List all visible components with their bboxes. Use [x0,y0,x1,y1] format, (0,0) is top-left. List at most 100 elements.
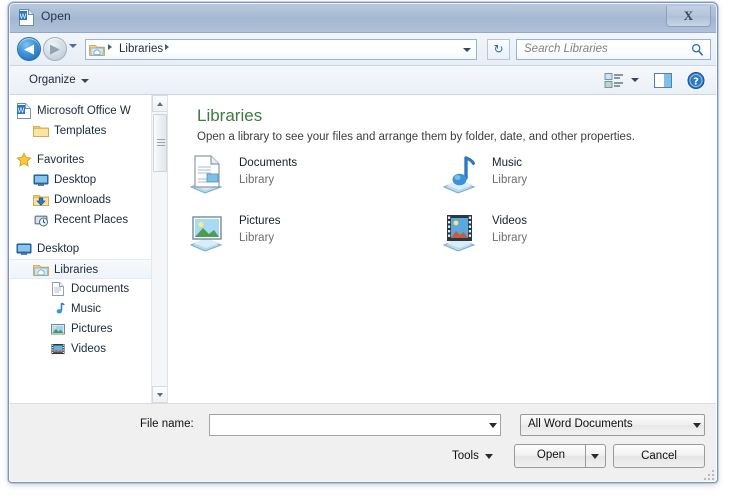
navigation-tree: W Microsoft Office W Templates Favorites… [9,95,154,359]
word-document-icon: W [19,9,34,26]
documents-library-icon [189,155,223,194]
sidebar-item-music[interactable]: Music [9,299,154,319]
organize-button[interactable]: Organize [25,71,94,90]
refresh-icon: ↻ [493,42,504,56]
word-document-icon: W [17,103,31,119]
address-bar-row: ◀ ▶ Libraries ↻ Search Libraries [9,33,717,66]
dialog-footer: File name: All Word Documents Tools Open… [9,403,717,482]
library-item-music[interactable]: Music Library [434,153,669,203]
preview-pane-icon [654,73,672,88]
library-item-documents[interactable]: Documents Library [181,153,416,203]
file-type-filter-value: All Word Documents [528,418,633,430]
change-view-button[interactable] [603,70,625,91]
pictures-library-icon [51,324,65,335]
change-view-dropdown-button[interactable] [627,70,643,91]
address-dropdown-button[interactable] [463,48,471,52]
svg-text:W: W [20,13,27,21]
scrollbar-thumb[interactable] [153,114,167,172]
scrollbar-grip-icon [157,139,165,146]
chevron-down-icon [484,454,493,459]
sidebar-scrollbar[interactable] [151,95,167,403]
scroll-down-button[interactable] [152,386,167,403]
chevron-down-icon [631,78,639,82]
close-button[interactable]: X [666,6,711,27]
page-title: Libraries [197,106,263,125]
music-library-icon [442,156,476,194]
screen: W Open X ◀ ▶ Libraries ↻ Search Librarie… [0,0,734,503]
sidebar-item-label: Music [71,303,102,315]
svg-text:?: ? [693,77,699,88]
search-input[interactable]: Search Libraries [516,39,711,60]
dialog-body: W Microsoft Office W Templates Favorites… [9,95,717,403]
file-name-input[interactable] [209,414,501,436]
downloads-folder-icon [33,195,49,206]
back-button[interactable]: ◀ [17,37,41,61]
library-item-name: Music [492,157,523,169]
sidebar-item-downloads[interactable]: Downloads [9,190,154,210]
recent-places-icon [34,215,48,227]
sidebar-item-recent-places[interactable]: Recent Places [9,210,154,230]
svg-text:W: W [18,107,25,115]
help-button[interactable]: ? [685,70,707,91]
change-view-icon [604,73,623,88]
libraries-folder-icon [33,265,49,276]
library-item-pictures[interactable]: Pictures Library [181,211,416,261]
address-bar[interactable]: Libraries [85,39,477,60]
chevron-down-icon[interactable] [489,423,497,428]
preview-pane-button[interactable] [651,70,675,91]
back-arrow-icon: ◀ [24,42,34,57]
resize-grip[interactable] [702,468,714,480]
file-type-filter-dropdown[interactable]: All Word Documents [520,414,705,436]
videos-library-icon [51,344,65,354]
library-item-name: Pictures [239,215,281,227]
sidebar-item-favorites[interactable]: Favorites [9,150,154,170]
sidebar-item-label: Templates [54,125,107,137]
search-icon [691,43,704,56]
library-item-type: Library [492,232,528,244]
refresh-button[interactable]: ↻ [487,39,510,60]
library-item-name: Videos [492,215,527,227]
star-icon [16,152,32,167]
chevron-down-icon [80,79,89,83]
breadcrumb-libraries[interactable]: Libraries [119,43,163,55]
documents-library-icon [52,282,64,296]
sidebar-item-libraries[interactable]: Libraries [9,259,154,279]
scroll-up-icon [157,102,163,106]
library-item-type: Library [239,232,275,244]
title-bar: W Open X [9,3,717,33]
sidebar-item-desktop[interactable]: Desktop [9,170,154,190]
sidebar-item-microsoft-office-word[interactable]: W Microsoft Office W [9,101,154,121]
close-icon: X [683,8,694,23]
sidebar-item-desktop-root[interactable]: Desktop [9,239,154,259]
history-dropdown-button[interactable] [69,44,80,54]
sidebar-item-label: Favorites [37,154,85,166]
library-item-type: Library [239,174,275,186]
sidebar-item-documents[interactable]: Documents [9,279,154,299]
scroll-up-button[interactable] [152,95,167,112]
sidebar-item-label: Recent Places [54,214,129,226]
desktop-icon [33,174,49,186]
forward-arrow-icon: ▶ [50,42,60,57]
pictures-library-icon [189,216,223,252]
sidebar-item-label: Libraries [54,264,99,276]
toolbar: Organize ? [9,66,717,95]
sidebar-item-label: Desktop [54,174,97,186]
sidebar-item-pictures[interactable]: Pictures [9,319,154,339]
open-button[interactable]: Open [514,444,606,468]
libraries-folder-icon [89,45,105,56]
organize-label: Organize [29,74,76,86]
library-item-videos[interactable]: Videos Library [434,211,669,261]
tools-button[interactable]: Tools [446,445,499,467]
sidebar-item-templates[interactable]: Templates [9,121,154,141]
search-placeholder: Search Libraries [524,43,608,55]
sidebar-item-videos[interactable]: Videos [9,339,154,359]
forward-button[interactable]: ▶ [43,37,67,61]
navigation-pane: W Microsoft Office W Templates Favorites… [9,95,168,403]
open-dropdown-button[interactable] [585,445,605,467]
library-item-type: Library [492,174,528,186]
breadcrumb-separator-icon [165,44,169,50]
cancel-button[interactable]: Cancel [613,444,705,468]
open-button-label: Open [536,449,566,461]
